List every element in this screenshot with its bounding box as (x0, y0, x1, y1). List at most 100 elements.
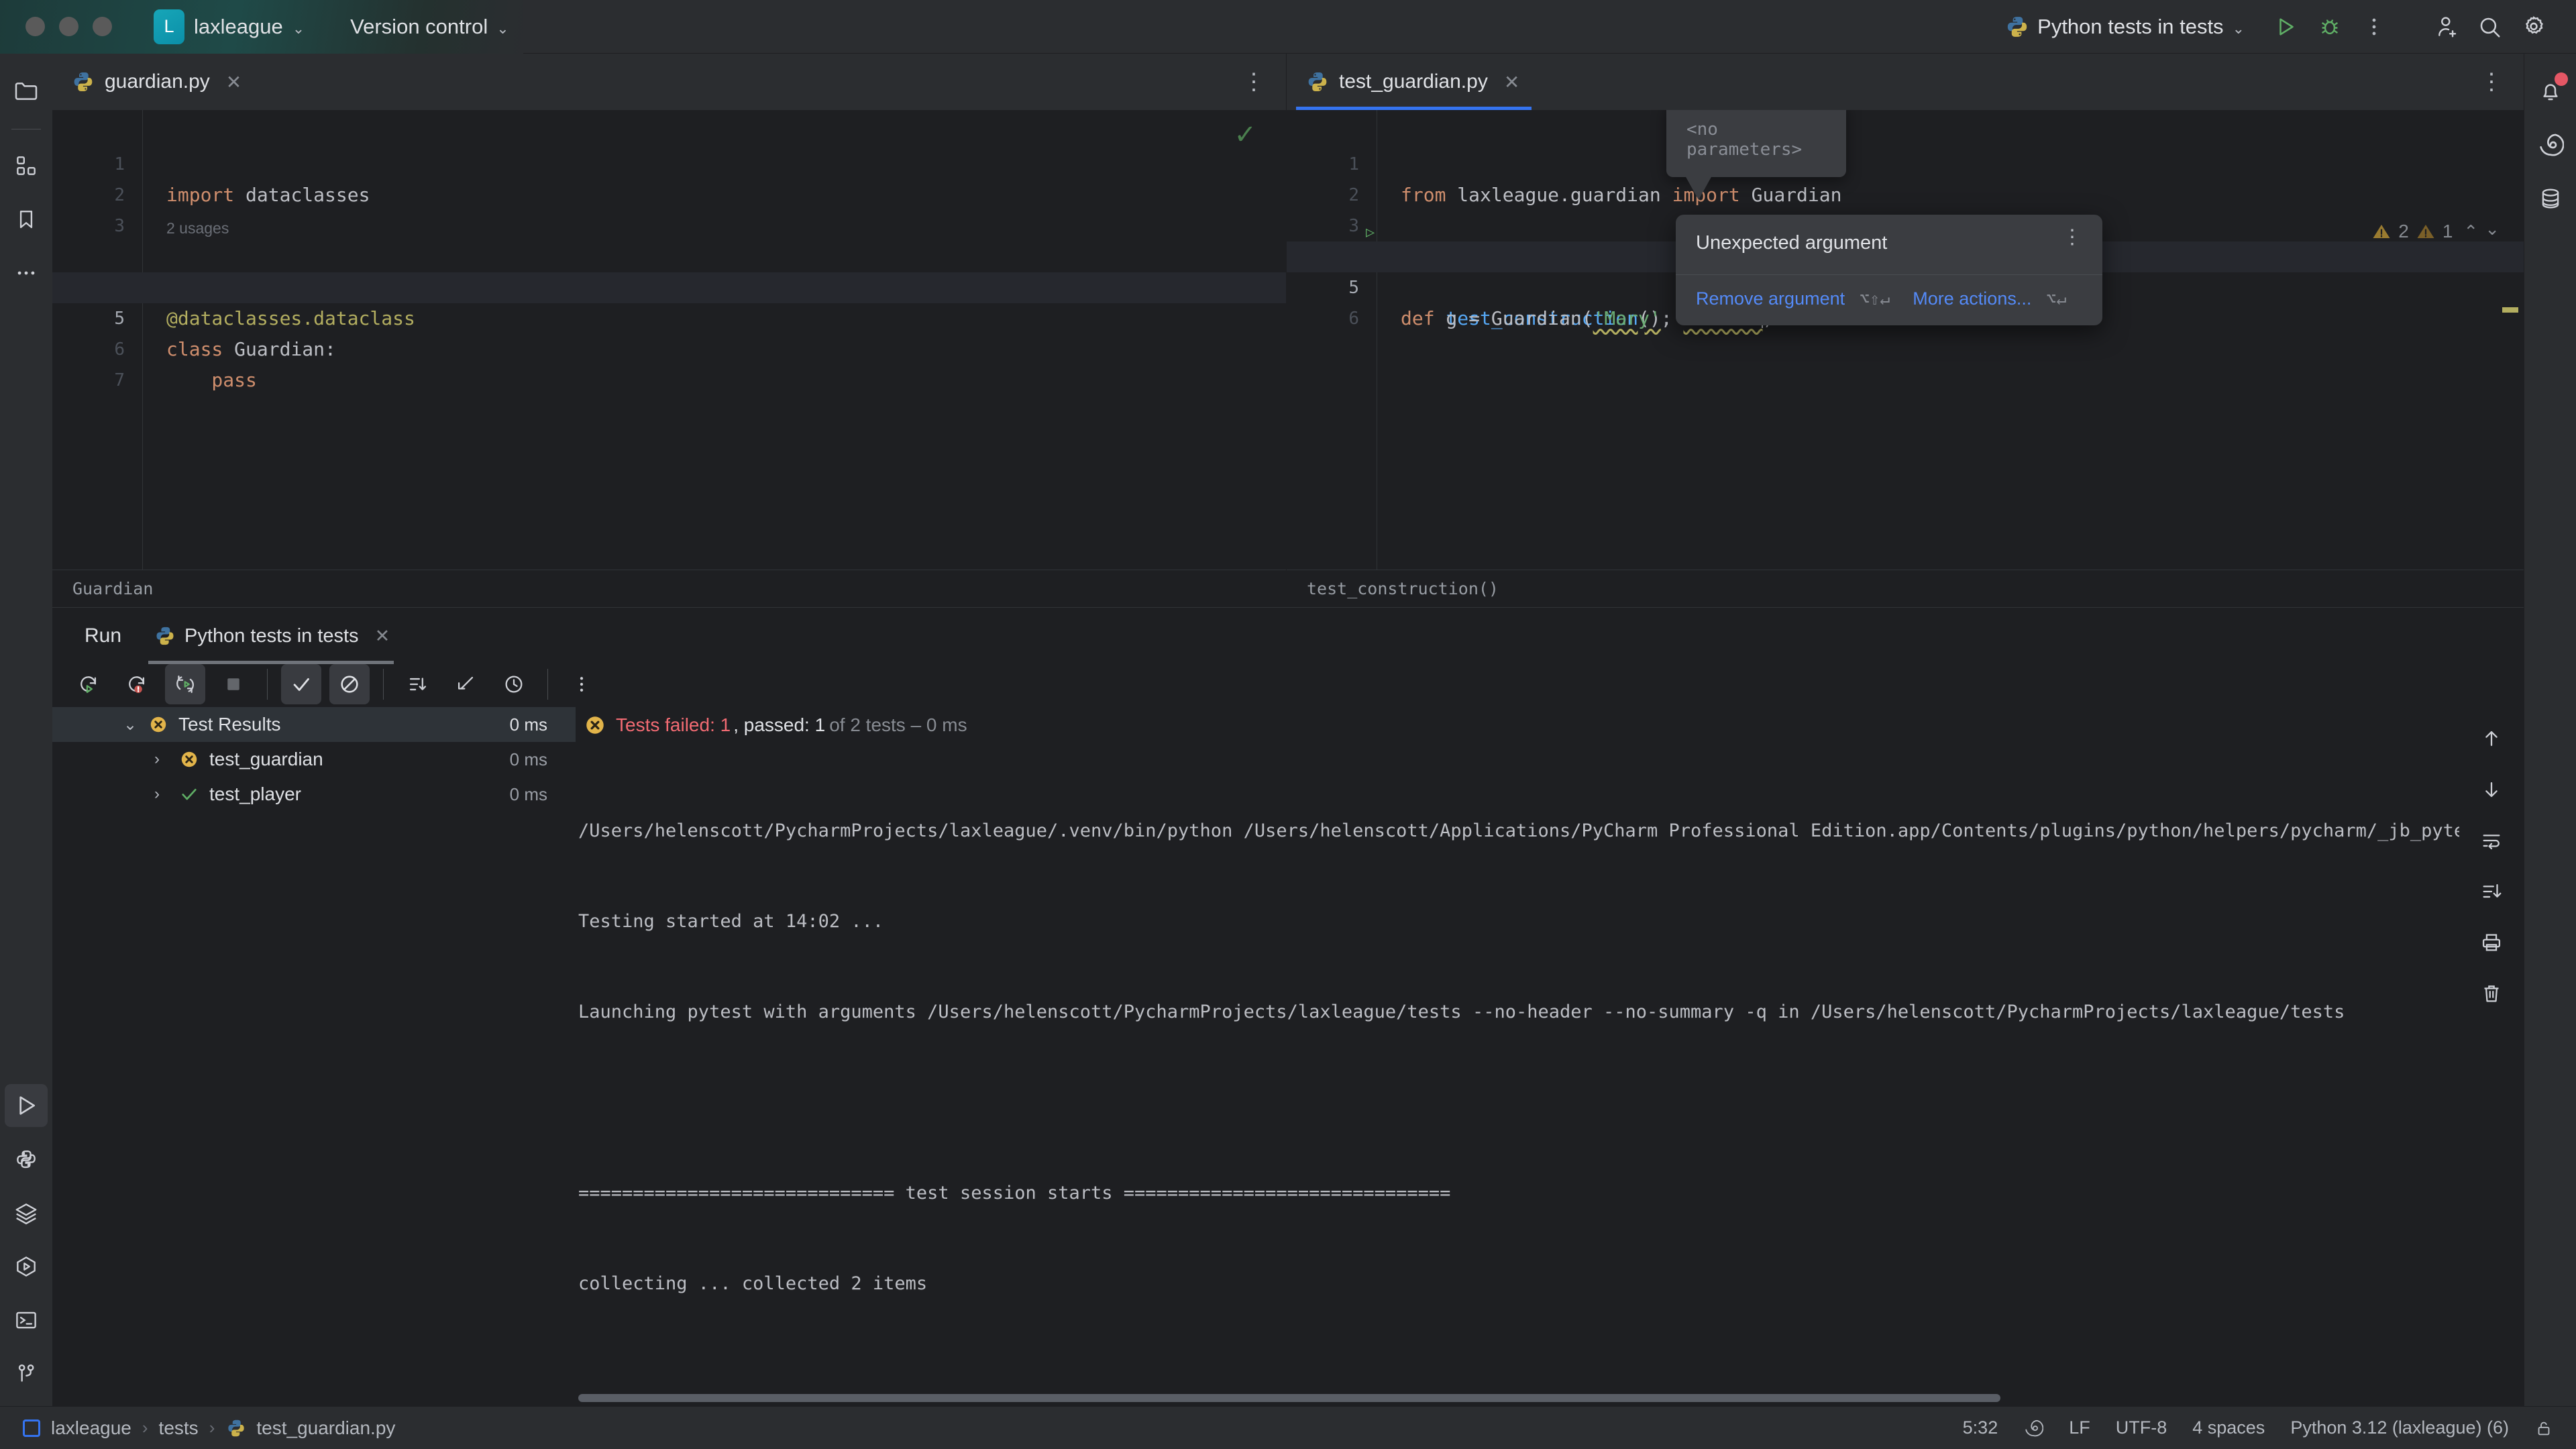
test-results-tree[interactable]: ⌄ Test Results 0 ms (52, 704, 576, 1406)
close-icon[interactable]: ✕ (1504, 71, 1519, 93)
run-button[interactable] (2263, 5, 2308, 49)
add-user-button[interactable] (2423, 5, 2467, 49)
run-panel-header: Run Python tests in tests ✕ (52, 608, 2524, 664)
console-line: ============================= test sessi… (578, 1178, 2459, 1208)
remove-argument-action[interactable]: Remove argument (1696, 288, 1845, 309)
stop-button[interactable] (213, 664, 254, 704)
window-controls[interactable] (25, 17, 112, 36)
main-body: guardian.py ✕ ⋮ ✓ 1 import dataclasses (0, 54, 2576, 1406)
code-line: 3 (1287, 180, 2524, 211)
sidebar-item-notifications[interactable] (2529, 70, 2572, 113)
sidebar-item-run[interactable] (5, 1084, 48, 1127)
auto-test-icon (174, 673, 197, 696)
run-tab-python-tests[interactable]: Python tests in tests ✕ (155, 608, 390, 664)
more-actions-link[interactable]: More actions... (1913, 288, 2031, 309)
close-window-button[interactable] (25, 17, 45, 36)
chevron-down-icon: ⌄ (496, 21, 508, 36)
sidebar-item-python-packages[interactable] (5, 1138, 48, 1181)
sidebar-item-endpoints[interactable] (5, 1245, 48, 1288)
clear-all-button[interactable] (2473, 975, 2510, 1012)
test-tree-row-test-guardian[interactable]: › test_guardian 0 ms (52, 742, 576, 777)
editor-area: guardian.py ✕ ⋮ ✓ 1 import dataclasses (52, 54, 2524, 607)
version-control-widget[interactable]: Version control ⌄ (350, 15, 509, 39)
tab-label: guardian.py (105, 70, 210, 93)
tab-guardian-py[interactable]: guardian.py ✕ (52, 54, 259, 110)
sidebar-item-terminal[interactable] (5, 1299, 48, 1342)
run-more-options-button[interactable] (561, 664, 602, 704)
chevron-right-icon[interactable]: › (154, 785, 160, 804)
soft-wrap-button[interactable] (2473, 822, 2510, 859)
close-icon[interactable]: ✕ (375, 626, 390, 647)
line-separator[interactable]: LF (2069, 1417, 2090, 1438)
chevron-right-icon[interactable]: › (154, 750, 160, 769)
clock-icon (502, 673, 525, 696)
breadcrumb-right[interactable]: test_construction() (1287, 570, 2524, 607)
breadcrumb-project[interactable]: laxleague (51, 1417, 131, 1439)
show-passed-button[interactable] (281, 664, 321, 704)
chevron-down-icon[interactable]: ⌄ (123, 715, 137, 735)
sort-alphabetically-button[interactable] (397, 664, 437, 704)
sort-alphabetically-icon (406, 673, 429, 696)
ai-assistant-icon[interactable] (2023, 1418, 2043, 1438)
more-run-actions-button[interactable] (2352, 5, 2396, 49)
sidebar-item-structure[interactable] (5, 144, 48, 187)
sidebar-item-more-tool-windows[interactable] (5, 252, 48, 294)
intention-popup: Unexpected argument ⋮ Remove argument ⌥⇧… (1676, 215, 2102, 325)
test-tree-row-test-results[interactable]: ⌄ Test Results 0 ms (52, 707, 576, 742)
show-ignored-button[interactable] (329, 664, 370, 704)
code-editor-left[interactable]: ✓ 1 import dataclasses 2 3 (52, 110, 1286, 570)
rerun-icon (77, 673, 100, 696)
indent-setting[interactable]: 4 spaces (2192, 1417, 2265, 1438)
print-button[interactable] (2473, 924, 2510, 961)
console-output[interactable]: /Users/helenscott/PycharmProjects/laxlea… (576, 746, 2459, 1406)
toolbar-divider (383, 669, 384, 700)
console-horizontal-scrollbar[interactable] (576, 1394, 2459, 1402)
sidebar-item-bookmarks[interactable] (5, 198, 48, 241)
usages-hint[interactable]: 2 usages (52, 211, 1286, 241)
editor-options-button-right[interactable]: ⋮ (2478, 75, 2505, 89)
test-tree-row-test-player[interactable]: › test_player 0 ms (52, 777, 576, 812)
scroll-to-end-icon (2480, 880, 2503, 903)
editor-options-button-left[interactable]: ⋮ (1240, 75, 1267, 89)
scroll-down-button[interactable] (2473, 771, 2510, 808)
expand-collapse-button[interactable] (445, 664, 486, 704)
error-stripe-marker[interactable] (2502, 307, 2518, 313)
search-everywhere-button[interactable] (2467, 5, 2512, 49)
sidebar-item-version-control[interactable] (5, 1352, 48, 1395)
python-interpreter[interactable]: Python 3.12 (laxleague) (6) (2290, 1417, 2509, 1438)
rerun-tests-button[interactable] (68, 664, 109, 704)
print-icon (2480, 931, 2503, 954)
code-editor-right[interactable]: 2 1 ⌃ ⌄ 1 from laxleague.guardian imp (1287, 110, 2524, 570)
code-lines-right: 1 from laxleague.guardian import Guardia… (1287, 118, 2524, 570)
run-tab-label: Python tests in tests (184, 625, 359, 647)
breadcrumb-folder[interactable]: tests (159, 1417, 199, 1439)
sidebar-item-services[interactable] (5, 1191, 48, 1234)
intention-title: Unexpected argument (1696, 232, 1887, 254)
sort-by-duration-button[interactable] (494, 664, 534, 704)
endpoints-icon (13, 1254, 39, 1279)
toggle-auto-test-button[interactable] (165, 664, 205, 704)
scroll-to-end-button[interactable] (2473, 873, 2510, 910)
breadcrumb-file[interactable]: test_guardian.py (256, 1417, 395, 1439)
file-encoding[interactable]: UTF-8 (2116, 1417, 2167, 1438)
close-icon[interactable]: ✕ (226, 71, 241, 93)
unlocked-icon[interactable] (2534, 1419, 2553, 1438)
rerun-failed-tests-button[interactable] (117, 664, 157, 704)
caret-position[interactable]: 5:32 (1963, 1417, 1998, 1438)
code-line: 2 (52, 149, 1286, 180)
project-widget[interactable]: L laxleague ⌄ (147, 5, 311, 48)
project-name: laxleague (194, 15, 283, 39)
sidebar-item-ai-assistant[interactable] (2529, 123, 2572, 166)
maximize-window-button[interactable] (93, 17, 112, 36)
settings-button[interactable] (2512, 5, 2556, 49)
scroll-up-button[interactable] (2473, 720, 2510, 757)
minimize-window-button[interactable] (59, 17, 78, 36)
breadcrumb-left[interactable]: Guardian (52, 570, 1286, 607)
tab-test-guardian-py[interactable]: test_guardian.py ✕ (1287, 54, 1537, 110)
sidebar-item-project[interactable] (5, 70, 48, 113)
intention-more-options-button[interactable]: ⋮ (2062, 232, 2082, 244)
run-panel-title: Run (85, 625, 121, 647)
run-configuration-selector[interactable]: Python tests in tests ⌄ (2006, 15, 2245, 39)
sidebar-item-database[interactable] (2529, 177, 2572, 220)
debug-button[interactable] (2308, 5, 2352, 49)
